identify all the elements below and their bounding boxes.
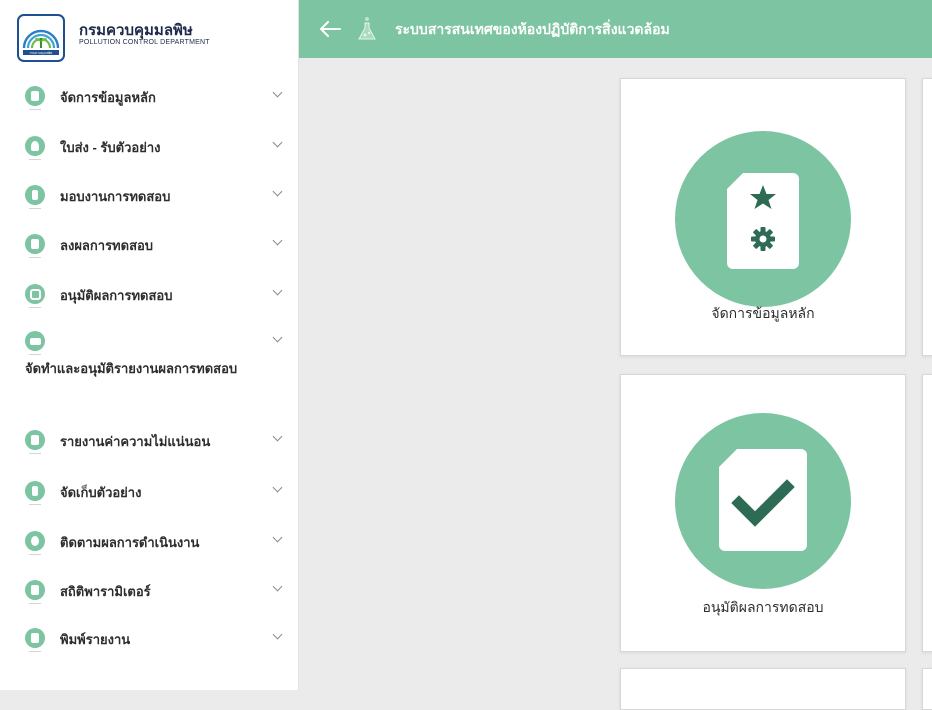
card-label: จัดการข้อมูลหลัก [711,305,815,321]
tracking-icon [25,531,45,555]
chevron-down-icon[interactable] [272,581,283,592]
brand-header[interactable]: กรมควบคุมมลพิษ กรมควบคุมมลพิษ POLLUTION … [0,0,298,68]
sidebar-item-label: พิมพ์รายงาน [60,632,131,647]
arrow-left-icon[interactable] [319,20,341,38]
sidebar-item-approve-results[interactable]: อนุมัติผลการทดสอบ [0,284,298,308]
sidebar-item-label: ติดตามผลการดำเนินงาน [60,535,200,550]
chevron-down-icon[interactable] [272,482,283,493]
sidebar-item-label: จัดเก็บตัวอย่าง [60,485,142,500]
sidebar-item-label: มอบงานการทดสอบ [60,189,171,204]
flask-icon [358,17,376,40]
chevron-down-icon[interactable] [272,629,283,640]
document-icon [25,234,45,258]
sidebar-item-label: ลงผลการทดสอบ [60,238,154,253]
sidebar-item-master-data[interactable]: จัดการข้อมูลหลัก [0,86,298,110]
archive-icon [25,481,45,505]
chevron-down-icon[interactable] [272,137,283,148]
top-app-bar: ระบบสารสนเทศของห้องปฏิบัติการสิ่งแวดล้อม [299,0,932,58]
sidebar-item-performance-tracking[interactable]: ติดตามผลการดำเนินงาน [0,531,298,555]
sidebar-item-uncertainty-report[interactable]: รายงานค่าความไม่แน่นอน [0,430,298,454]
chevron-down-icon[interactable] [272,235,283,246]
card-partial[interactable] [922,668,932,710]
sidebar-item-label: ใบส่ง - รับตัวอย่าง [60,140,161,155]
printer-icon [25,331,45,355]
app-title: ระบบสารสนเทศของห้องปฏิบัติการสิ่งแวดล้อม [395,21,670,37]
user-icon [25,136,45,160]
chevron-down-icon[interactable] [272,285,283,296]
sidebar-item-label: รายงานค่าความไม่แน่นอน [60,434,211,449]
sidebar-item-label: จัดการข้อมูลหลัก [60,90,156,105]
sidebar: กรมควบคุมมลพิษ กรมควบคุมมลพิษ POLLUTION … [0,0,299,690]
sidebar-item-label: จัดทำและอนุมัติรายงานผลการทดสอบ [25,361,238,376]
sidebar-item-sample-storage[interactable]: จัดเก็บตัวอย่าง [0,481,298,505]
sidebar-item-print-report[interactable]: พิมพ์รายงาน [0,628,298,652]
card-master-data[interactable]: จัดการข้อมูลหลัก [620,78,906,356]
card-label: อนุมัติผลการทดสอบ [702,599,824,615]
card-icon-circle [675,413,851,589]
report-icon [25,430,45,454]
sidebar-item-label: อนุมัติผลการทดสอบ [60,288,173,303]
check-icon [25,284,45,308]
chevron-down-icon[interactable] [272,332,283,343]
chevron-down-icon[interactable] [272,186,283,197]
chevron-down-icon[interactable] [272,532,283,543]
print-report-icon [25,628,45,652]
info-icon [25,185,45,209]
sidebar-item-assign-tests[interactable]: มอบงานการทดสอบ [0,185,298,209]
document-star-gear-icon [727,173,799,269]
statistics-icon [25,580,45,604]
sidebar-item-sample-send-receive[interactable]: ใบส่ง - รับตัวอย่าง [0,136,298,160]
card-icon-circle [675,131,851,307]
pcd-logo-icon: กรมควบคุมมลพิษ [17,14,65,62]
sidebar-item-enter-results[interactable]: ลงผลการทดสอบ [0,234,298,258]
card-partial[interactable] [922,374,932,652]
chevron-down-icon[interactable] [272,87,283,98]
sidebar-item-label: สถิติพารามิเตอร์ [60,584,151,599]
document-check-icon [719,449,807,551]
database-icon [25,86,45,110]
card-partial[interactable] [922,78,932,356]
chevron-down-icon[interactable] [272,431,283,442]
card-partial[interactable] [620,668,906,710]
card-approve-results[interactable]: อนุมัติผลการทดสอบ [620,374,906,652]
sidebar-item-parameter-statistics[interactable]: สถิติพารามิเตอร์ [0,580,298,604]
brand-subtitle: POLLUTION CONTROL DEPARTMENT [79,39,210,46]
